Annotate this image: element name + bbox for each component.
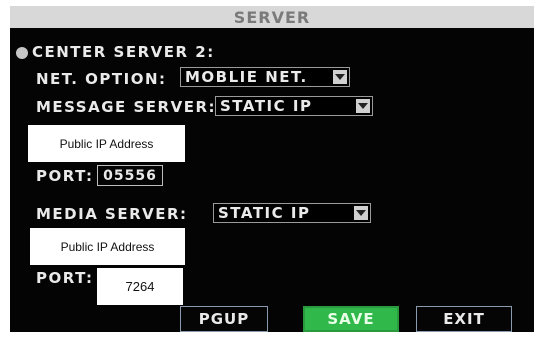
message-server-address-field[interactable]: Public IP Address [28, 125, 185, 162]
chevron-down-icon[interactable] [356, 99, 370, 113]
message-server-address-text: Public IP Address [59, 136, 154, 151]
title-bar: SERVER [10, 6, 534, 28]
message-port-label: PORT: [36, 167, 94, 185]
pgup-button-label: PGUP [198, 310, 250, 328]
media-port-label: PORT: [36, 269, 94, 287]
message-server-value: STATIC IP [220, 97, 313, 115]
message-server-dropdown[interactable]: STATIC IP [215, 96, 373, 116]
media-server-address-text: Public IP Address [60, 239, 155, 254]
media-port-value: 7264 [125, 279, 155, 294]
media-server-dropdown[interactable]: STATIC IP [213, 203, 371, 223]
net-option-value: MOBLIE NET. [185, 68, 308, 86]
net-option-label: NET. OPTION: [36, 70, 167, 88]
media-server-label: MEDIA SERVER: [36, 205, 188, 223]
exit-button-label: EXIT [443, 310, 485, 328]
message-server-label: MESSAGE SERVER: [36, 98, 216, 116]
pgup-button[interactable]: PGUP [180, 306, 268, 332]
server-settings-screen: SERVER CENTER SERVER 2: NET. OPTION: MOB… [10, 6, 534, 332]
media-server-address-field[interactable]: Public IP Address [30, 228, 185, 265]
net-option-dropdown[interactable]: MOBLIE NET. [180, 67, 350, 87]
radio-bullet-icon[interactable] [16, 47, 28, 59]
page-title: SERVER [233, 7, 311, 27]
message-port-field[interactable]: 05556 [97, 165, 163, 186]
media-port-field[interactable]: 7264 [97, 268, 183, 305]
save-button[interactable]: SAVE [303, 306, 399, 332]
chevron-down-icon[interactable] [354, 206, 368, 220]
save-button-label: SAVE [327, 310, 375, 328]
message-port-value: 05556 [103, 167, 157, 184]
exit-button[interactable]: EXIT [416, 306, 512, 332]
media-server-value: STATIC IP [218, 204, 311, 222]
section-label: CENTER SERVER 2: [32, 43, 215, 61]
chevron-down-icon[interactable] [333, 70, 347, 84]
